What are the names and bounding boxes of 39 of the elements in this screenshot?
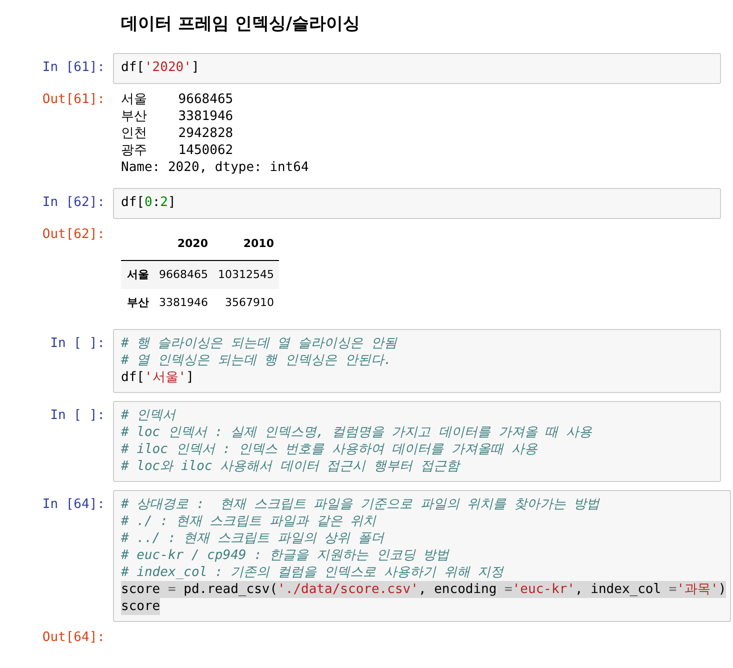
output-text: 부산 3381946 bbox=[121, 108, 234, 125]
table-cell: 10312545 bbox=[213, 260, 279, 289]
row-header: 서울 bbox=[121, 260, 154, 289]
code-line: # 인덱서 bbox=[121, 407, 176, 424]
output-prompt: Out[61]: bbox=[41, 91, 106, 108]
code-cell[interactable]: df[0:2] bbox=[113, 188, 721, 219]
input-prompt: In [ ]: bbox=[49, 335, 106, 352]
code-line: # euc-kr / cp949 : 한글을 지원하는 인코딩 방법 bbox=[121, 547, 450, 564]
input-prompt: In [ ]: bbox=[49, 407, 106, 424]
code-line: # index_col : 기존의 컬럼을 인덱스로 사용하기 위해 지정 bbox=[121, 564, 504, 581]
output-prompt: Out[64]: bbox=[41, 629, 106, 646]
output-text: 서울 9668465 bbox=[121, 91, 234, 108]
table-cell: 9668465 bbox=[154, 260, 213, 289]
code-line: df['2020'] bbox=[121, 59, 200, 76]
code-line: # iloc 인덱서 : 인덱스 번호를 사용하여 데이터를 가져올때 사용 bbox=[121, 441, 538, 458]
input-prompt: In [62]: bbox=[41, 194, 106, 211]
input-prompt: In [64]: bbox=[41, 496, 106, 513]
code-line: # 상대경로 : 현재 스크립트 파일을 기준으로 파일의 위치를 찾아가는 방법 bbox=[121, 496, 600, 513]
code-line: # 열 인덱싱은 되는데 행 인덱싱은 안된다. bbox=[121, 352, 392, 369]
code-cell[interactable]: df['2020'] bbox=[113, 53, 721, 84]
output-text: 광주 1450062 bbox=[121, 142, 234, 159]
output-text: Name: 2020, dtype: int64 bbox=[121, 159, 310, 176]
code-line: # 행 슬라이싱은 되는데 열 슬라이싱은 안됨 bbox=[121, 335, 397, 352]
input-prompt: In [61]: bbox=[41, 59, 106, 76]
section-heading: 데이터 프레임 인덱싱/슬라이싱 bbox=[121, 13, 362, 35]
code-line: df['서울'] bbox=[121, 369, 194, 386]
output-prompt: Out[62]: bbox=[41, 226, 106, 243]
code-line: # loc와 iloc 사용해서 데이터 접근시 행부터 접근함 bbox=[121, 458, 460, 475]
code-line: # loc 인덱서 : 실제 인덱스명, 컬럼명을 가지고 데이터를 가져올 때 사용 bbox=[121, 424, 592, 441]
code-cell[interactable] bbox=[113, 490, 732, 622]
code-cell[interactable]: # 인덱서 # loc 인덱서 : 실제 인덱스명, 컬럼명을 가지고 데이터를 가져올 때 사용 # iloc 인덱서 : 인덱스 번호를 사용하여 데이터를 가져올때 사용 # loc와 iloc 사용해서 데이터 접근시 행부터 접근함 bbox=[113, 401, 721, 482]
table-cell: 3567910 bbox=[213, 289, 279, 317]
code-line: # ./ : 현재 스크립트 파일과 같은 위치 bbox=[121, 513, 376, 530]
row-header: 부산 bbox=[121, 289, 154, 317]
code-cell[interactable]: # 행 슬라이싱은 되는데 열 슬라이싱은 안됨 # 열 인덱싱은 되는데 행 인덱싱은 안된다. df['서울'] bbox=[113, 329, 721, 393]
table-cell: 3381946 bbox=[154, 289, 213, 317]
code-line: df[0:2] bbox=[121, 194, 176, 211]
output-text: 인천 2942828 bbox=[121, 125, 234, 142]
code-line: # ../ : 현재 스크립트 파일의 상위 폴더 bbox=[121, 530, 384, 547]
